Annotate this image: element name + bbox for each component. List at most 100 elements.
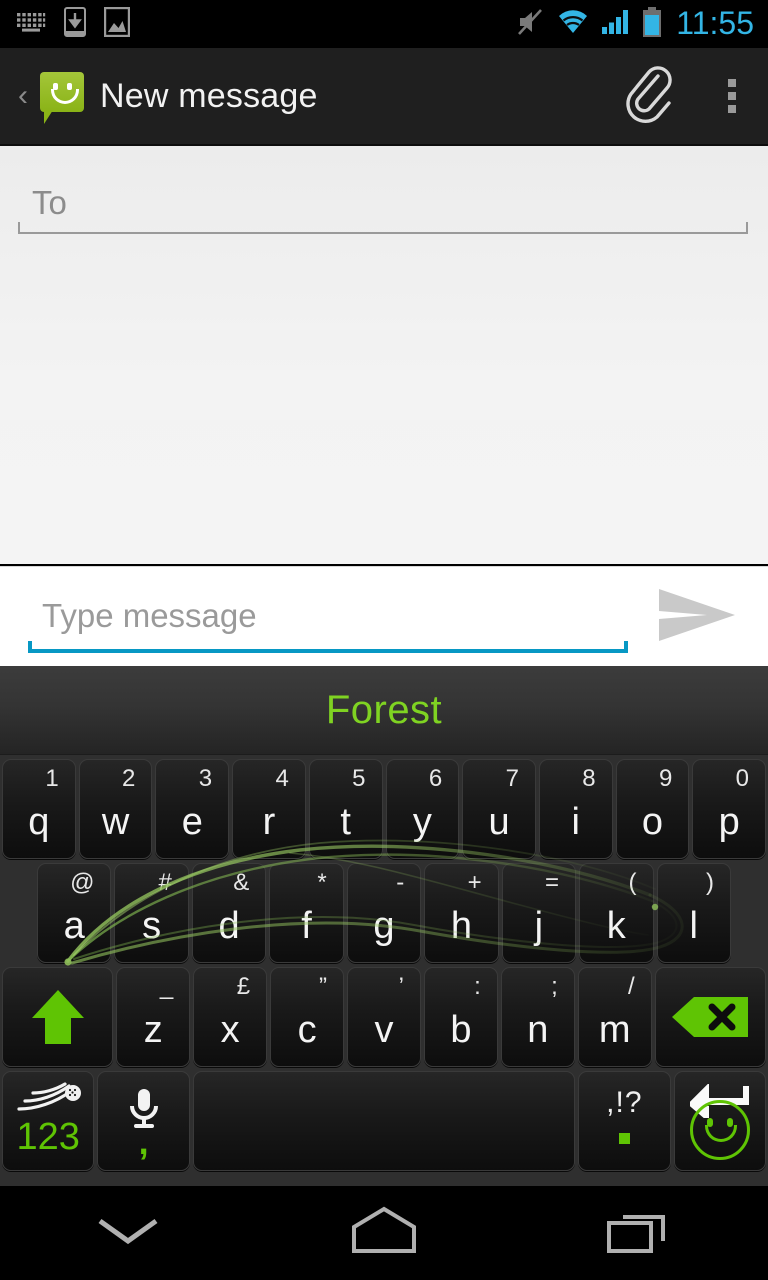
key-y-alt: 6 xyxy=(428,765,443,792)
key-j-label: j xyxy=(534,905,544,947)
key-w[interactable]: 2 w xyxy=(78,759,153,859)
message-placeholder: Type message xyxy=(42,597,257,634)
key-k-alt: ( xyxy=(628,869,637,896)
key-n[interactable]: ; n xyxy=(500,967,575,1067)
key-m-label: m xyxy=(598,1009,631,1051)
key-q[interactable]: 1 q xyxy=(2,759,76,859)
enter-key[interactable] xyxy=(673,1071,766,1171)
swype-logo-icon xyxy=(15,1082,82,1121)
key-q-label: q xyxy=(28,801,50,843)
key-n-alt: ; xyxy=(551,973,558,1000)
keyboard-row-4: 123 , ,!? xyxy=(0,1069,768,1173)
key-d-alt: & xyxy=(233,869,250,896)
punctuation-key[interactable]: ,!? xyxy=(578,1071,671,1171)
attach-button[interactable] xyxy=(600,48,696,144)
recent-apps-icon xyxy=(605,1207,675,1260)
home-button[interactable] xyxy=(256,1186,512,1280)
key-t-alt: 5 xyxy=(352,765,366,792)
key-v[interactable]: ’ v xyxy=(347,967,421,1067)
hide-keyboard-button[interactable] xyxy=(0,1186,256,1280)
key-i[interactable]: 8 i xyxy=(538,759,613,859)
key-c-label: c xyxy=(297,1009,317,1051)
suggestion-bar[interactable]: Forest xyxy=(0,666,768,755)
keyboard-row-3: _ z £ x ” c ’ v : b ; n / m xyxy=(0,965,768,1069)
overflow-dot xyxy=(728,105,736,113)
keyboard-keys: 1 q 2 w 3 e 4 r 5 t 6 y 7 u 8 i 9 o 0 p … xyxy=(0,755,768,1186)
recipient-underline xyxy=(18,222,748,234)
key-e-label: e xyxy=(181,801,203,843)
key-n-label: n xyxy=(527,1009,549,1051)
microphone-icon xyxy=(122,1086,166,1141)
wifi-icon xyxy=(556,9,590,40)
key-o[interactable]: 9 o xyxy=(615,759,690,859)
navigation-bar xyxy=(0,1186,768,1280)
key-l-label: l xyxy=(689,905,698,947)
key-t-label: t xyxy=(340,801,351,843)
key-t[interactable]: 5 t xyxy=(308,759,383,859)
symbols-123-key[interactable]: 123 xyxy=(2,1071,95,1171)
usb-download-icon xyxy=(64,6,86,42)
key-l-alt: ) xyxy=(705,869,714,896)
backspace-key[interactable] xyxy=(654,967,766,1067)
key-e[interactable]: 3 e xyxy=(155,759,230,859)
key-l[interactable]: ) l xyxy=(656,863,731,963)
key-r[interactable]: 4 r xyxy=(232,759,306,859)
key-g-alt: - xyxy=(396,869,405,896)
key-h-alt: + xyxy=(467,869,482,896)
shift-key[interactable] xyxy=(2,967,114,1067)
send-button[interactable] xyxy=(642,579,752,655)
key-k-label: k xyxy=(606,905,626,947)
space-key[interactable] xyxy=(192,1071,576,1171)
screenshot-image-icon xyxy=(103,6,131,42)
message-composer: Type message xyxy=(0,566,768,667)
action-bar: ‹ New message xyxy=(0,48,768,146)
key-u[interactable]: 7 u xyxy=(462,759,536,859)
back-button[interactable]: ‹ xyxy=(8,81,38,111)
voice-input-key[interactable]: , xyxy=(97,1071,190,1171)
key-k[interactable]: ( k xyxy=(579,863,654,963)
key-z-alt: _ xyxy=(159,973,174,1000)
key-d-label: d xyxy=(218,905,240,947)
key-v-alt: ’ xyxy=(398,973,404,1000)
key-x-alt: £ xyxy=(236,973,251,1000)
key-i-label: i xyxy=(571,801,580,843)
messaging-bubble-smiley-icon[interactable] xyxy=(36,68,88,124)
device-screen: 11:55 ‹ New message To Type message Fore… xyxy=(0,0,768,1280)
key-b[interactable]: : b xyxy=(423,967,498,1067)
suggestion-word[interactable]: Forest xyxy=(326,688,442,733)
key-y[interactable]: 6 y xyxy=(385,759,460,859)
key-j[interactable]: = j xyxy=(501,863,577,963)
key-f[interactable]: * f xyxy=(269,863,344,963)
key-g-label: g xyxy=(373,905,395,947)
message-input[interactable]: Type message xyxy=(28,583,628,653)
overflow-menu-button[interactable] xyxy=(696,48,768,144)
symbols-123-label: 123 xyxy=(16,1116,80,1158)
recipient-field[interactable]: To xyxy=(18,172,748,234)
mute-icon xyxy=(515,7,545,42)
status-bar: 11:55 xyxy=(0,0,768,48)
key-z[interactable]: _ z xyxy=(116,967,191,1067)
key-w-alt: 2 xyxy=(122,765,136,792)
key-p[interactable]: 0 p xyxy=(692,759,767,859)
chevron-down-icon xyxy=(92,1211,164,1256)
status-bar-left-icons xyxy=(0,6,131,42)
key-x[interactable]: £ x xyxy=(193,967,268,1067)
key-g[interactable]: - g xyxy=(346,863,422,963)
period-icon xyxy=(618,1133,630,1144)
app-icon-bubble xyxy=(40,72,84,124)
key-p-label: p xyxy=(718,801,740,843)
key-f-label: f xyxy=(301,905,312,947)
compose-area: To xyxy=(0,144,768,564)
key-a[interactable]: @ a xyxy=(37,863,112,963)
key-s-label: s xyxy=(142,905,162,947)
key-e-alt: 3 xyxy=(198,765,213,792)
key-u-label: u xyxy=(488,801,510,843)
key-d[interactable]: & d xyxy=(191,863,267,963)
key-c[interactable]: ” c xyxy=(270,967,345,1067)
key-m[interactable]: / m xyxy=(577,967,652,1067)
recents-button[interactable] xyxy=(512,1186,768,1280)
backspace-icon xyxy=(668,995,752,1039)
key-h[interactable]: + h xyxy=(424,863,499,963)
key-s[interactable]: # s xyxy=(114,863,189,963)
key-b-alt: : xyxy=(474,973,481,1000)
